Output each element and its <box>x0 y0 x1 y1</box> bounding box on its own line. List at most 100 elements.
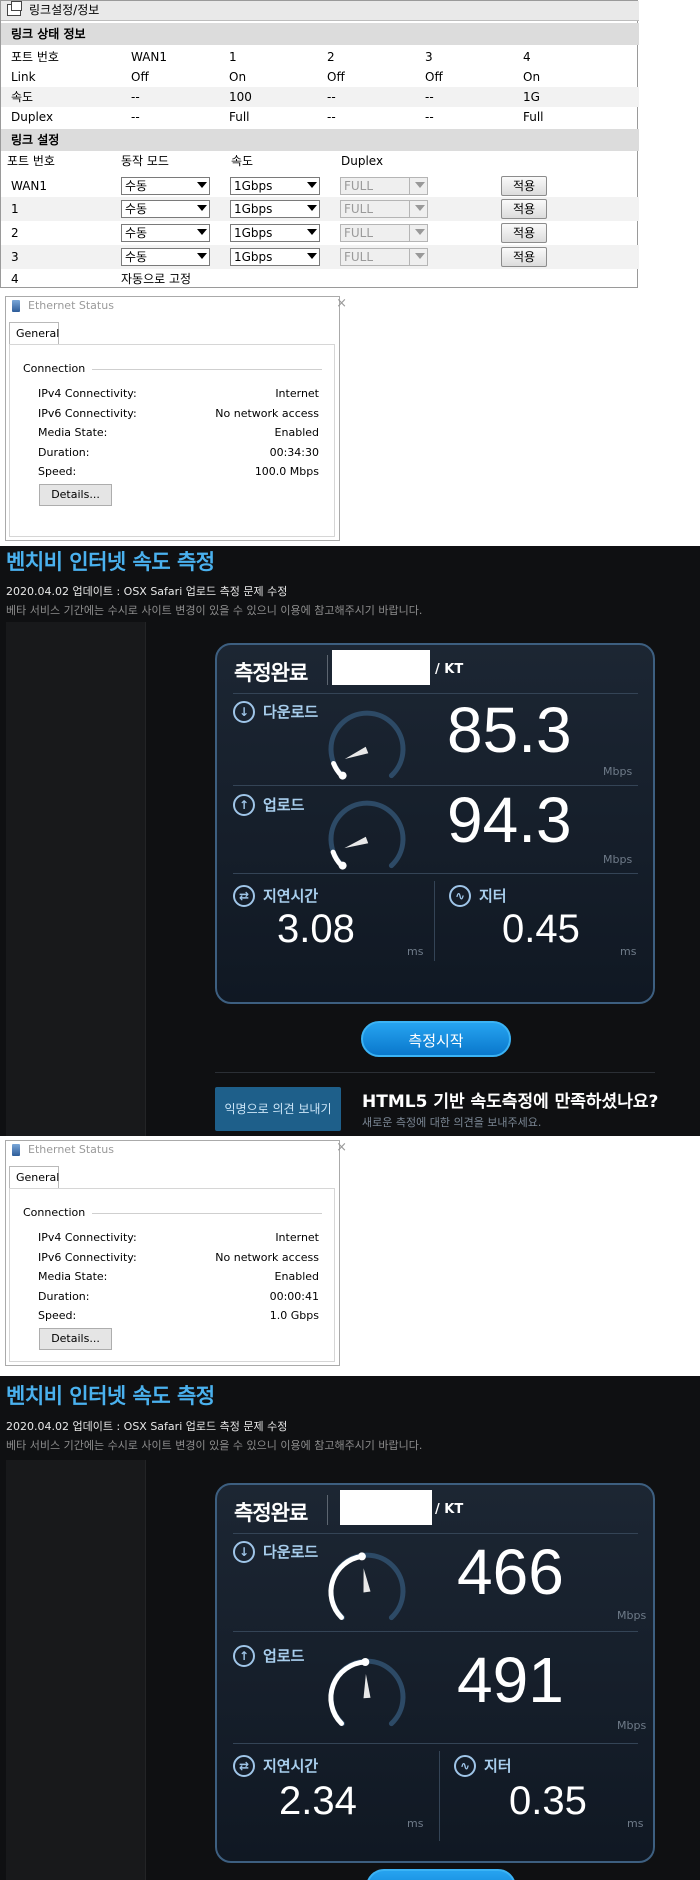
jitter-label: 지터 <box>484 1757 512 1775</box>
cell: -- <box>425 90 434 104</box>
chevron-down-icon <box>197 229 207 235</box>
media-state-label: Media State: <box>38 1270 108 1283</box>
start-test-button[interactable]: 측정시작 <box>361 1021 511 1057</box>
chevron-down-icon <box>307 229 317 235</box>
duplex-select: FULL <box>340 224 428 242</box>
ipv4-value: Internet <box>275 387 319 400</box>
upload-label: 업로드 <box>263 796 305 814</box>
chevron-down-icon <box>197 182 207 188</box>
speed-value: 1.0 Gbps <box>269 1309 319 1322</box>
upload-unit: Mbps <box>603 853 633 866</box>
tab-general[interactable]: General <box>9 322 59 345</box>
gauge-hub <box>361 1658 370 1666</box>
apply-button[interactable]: 적용 <box>501 176 547 196</box>
tab-general[interactable]: General <box>9 1166 59 1189</box>
ipv4-label: IPv4 Connectivity: <box>38 387 137 400</box>
cell: 속도 <box>11 90 34 104</box>
cell: Link <box>11 70 36 84</box>
result-card: 측정완료 / KT ↓ 다운로드 466 Mbps ↑ 업로드 491 Mbps… <box>215 1483 655 1863</box>
beta-note: 베타 서비스 기간에는 수시로 사이트 변경이 있을 수 있으니 이용에 참고해… <box>6 1439 423 1452</box>
gauge-hub <box>357 1552 366 1561</box>
mode-select[interactable]: 수동 <box>121 224 210 242</box>
apply-button[interactable]: 적용 <box>501 199 547 219</box>
cell: Off <box>131 70 149 84</box>
mode-select[interactable]: 수동 <box>121 200 210 218</box>
download-value: 85.3 <box>447 694 572 766</box>
chevron-down-icon <box>415 205 425 211</box>
port-label: 1 <box>11 202 19 216</box>
close-icon[interactable]: × <box>336 1140 347 1155</box>
col-port: 포트 번호 <box>7 154 55 168</box>
gauge-fill <box>328 1659 368 1726</box>
col-port4: 4 <box>523 50 531 64</box>
jitter-value: 0.45 <box>502 907 580 951</box>
chevron-down-icon <box>307 253 317 259</box>
apply-button[interactable]: 적용 <box>501 223 547 243</box>
mode-select[interactable]: 수동 <box>121 248 210 266</box>
upload-icon: ↑ <box>233 794 255 816</box>
download-icon: ↓ <box>233 701 255 723</box>
col-mode: 동작 모드 <box>121 154 169 168</box>
download-label: 다운로드 <box>263 1543 319 1561</box>
upload-gauge <box>328 1658 406 1727</box>
download-unit: Mbps <box>603 765 633 778</box>
divider <box>233 1743 638 1744</box>
network-adapter-icon <box>12 300 20 312</box>
ipv6-value: No network access <box>215 407 319 420</box>
survey-question: HTML5 기반 속도측정에 만족하셨나요? <box>362 1092 659 1112</box>
latency-unit: ms <box>407 945 424 958</box>
apply-button[interactable]: 적용 <box>501 247 547 267</box>
status-row-link: Link Off On Off Off On <box>1 67 639 87</box>
mode-fixed-text: 자동으로 고정 <box>121 272 192 286</box>
page-title: 벤치비 인터넷 속도 측정 <box>6 1384 215 1408</box>
dialog-title: Ethernet Status <box>28 1143 114 1156</box>
gauge-needle <box>344 746 369 759</box>
survey-subtext: 새로운 측정에 대한 의견을 보내주세요. <box>362 1116 542 1129</box>
latency-icon: ⇄ <box>233 1755 255 1777</box>
cell: Off <box>425 70 443 84</box>
details-button[interactable]: Details... <box>39 484 112 506</box>
download-label: 다운로드 <box>263 703 319 721</box>
chevron-down-icon <box>197 205 207 211</box>
start-test-button[interactable] <box>366 1869 516 1880</box>
jitter-icon: ∿ <box>454 1755 476 1777</box>
media-state-label: Media State: <box>38 426 108 439</box>
status-text: 측정완료 <box>234 661 308 685</box>
speed-select[interactable]: 1Gbps <box>230 248 320 266</box>
port-label: 4 <box>11 272 19 286</box>
redacted-box <box>332 650 430 685</box>
gauge-track <box>328 800 406 869</box>
cell: Off <box>327 70 345 84</box>
jitter-unit: ms <box>620 945 637 958</box>
latency-unit: ms <box>407 1817 424 1830</box>
latency-label: 지연시간 <box>263 1757 319 1775</box>
feedback-button[interactable]: 익명으로 의견 보내기 <box>215 1087 341 1131</box>
settings-row-wan1: WAN1 수동 1Gbps FULL 적용 <box>1 175 639 197</box>
divider <box>233 693 638 694</box>
divider <box>233 785 638 786</box>
duration-value: 00:00:41 <box>269 1290 319 1303</box>
col-speed: 속도 <box>231 154 254 168</box>
close-icon[interactable]: × <box>336 296 347 311</box>
cell: -- <box>425 110 434 124</box>
speed-label: Speed: <box>38 1309 77 1322</box>
group-divider <box>92 1213 322 1214</box>
details-button[interactable]: Details... <box>39 1328 112 1350</box>
chevron-down-icon <box>415 253 425 259</box>
download-gauge <box>328 1552 406 1621</box>
speed-select[interactable]: 1Gbps <box>230 200 320 218</box>
download-icon: ↓ <box>233 1541 255 1563</box>
chevron-down-icon <box>415 182 425 188</box>
mode-select[interactable]: 수동 <box>121 177 210 195</box>
gauge-hub <box>338 861 347 870</box>
router-link-panel: 링크설정/정보 링크 상태 정보 포트 번호 WAN1 1 2 3 4 Link… <box>0 0 639 288</box>
upload-value: 94.3 <box>447 784 572 856</box>
gauge-track <box>328 710 406 779</box>
speed-select[interactable]: 1Gbps <box>230 177 320 195</box>
speed-select[interactable]: 1Gbps <box>230 224 320 242</box>
general-pane: Connection IPv4 Connectivity: Internet I… <box>9 1188 335 1362</box>
cell: On <box>523 70 541 84</box>
duplex-select: FULL <box>340 248 428 266</box>
update-notice: 2020.04.02 업데이트 : OSX Safari 업로드 측정 문제 수… <box>6 585 288 598</box>
cell: Full <box>523 110 544 124</box>
